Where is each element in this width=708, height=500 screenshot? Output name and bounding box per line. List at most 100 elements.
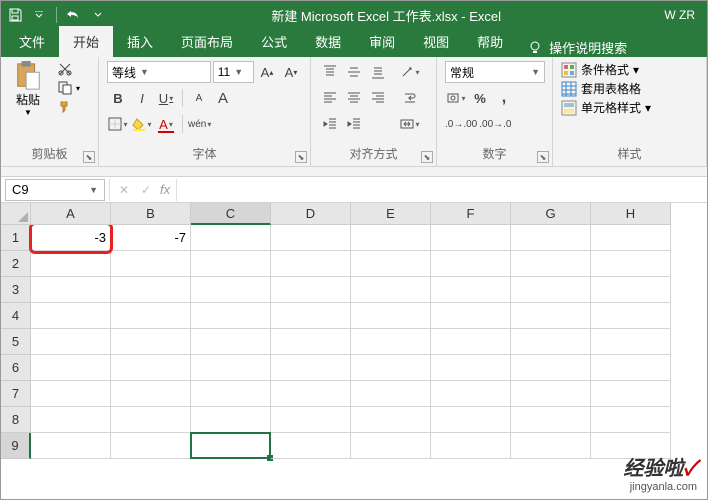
increase-indent-button[interactable] [343,113,365,135]
cell-D1[interactable] [271,225,351,251]
cell-E3[interactable] [351,277,431,303]
decrease-indent-button[interactable] [319,113,341,135]
cell-C3[interactable] [191,277,271,303]
cell-H7[interactable] [591,381,671,407]
redo-dropdown-icon[interactable] [88,5,108,25]
font-color-button[interactable]: A▾ [155,113,177,135]
underline-button[interactable]: U▾ [155,87,177,109]
comma-button[interactable]: , [493,87,515,109]
row-header-1[interactable]: 1 [1,225,31,251]
tab-page-layout[interactable]: 页面布局 [167,26,247,57]
cell-B6[interactable] [111,355,191,381]
align-right-button[interactable] [367,87,389,109]
cell-D5[interactable] [271,329,351,355]
conditional-formatting-button[interactable]: 条件格式▾ [561,61,651,78]
name-box[interactable]: C9 ▼ [5,179,105,201]
tab-home[interactable]: 开始 [59,26,113,57]
number-format-combo[interactable]: 常规▼ [445,61,545,83]
cell-D9[interactable] [271,433,351,459]
cell-D3[interactable] [271,277,351,303]
align-bottom-button[interactable] [367,61,389,83]
cell-F9[interactable] [431,433,511,459]
font-shrink-button[interactable]: A [188,87,210,109]
tab-insert[interactable]: 插入 [113,26,167,57]
cell-B8[interactable] [111,407,191,433]
cell-C1[interactable] [191,225,271,251]
cancel-formula-button[interactable]: ✕ [116,183,132,197]
cell-A3[interactable] [31,277,111,303]
font-grow-button[interactable]: A [212,87,234,109]
accounting-format-button[interactable]: ▾ [445,87,467,109]
cell-C4[interactable] [191,303,271,329]
formula-input[interactable] [176,179,707,201]
wrap-text-button[interactable] [399,87,421,109]
font-size-combo[interactable]: 11▼ [213,61,254,83]
select-all-corner[interactable] [1,203,31,225]
row-header-4[interactable]: 4 [1,303,31,329]
cell-C8[interactable] [191,407,271,433]
cell-G1[interactable] [511,225,591,251]
phonetic-button[interactable]: wén▾ [188,113,211,135]
cell-H8[interactable] [591,407,671,433]
cell-D7[interactable] [271,381,351,407]
col-header-F[interactable]: F [431,203,511,225]
increase-font-button[interactable]: A▴ [256,61,278,83]
alignment-launcher[interactable]: ⬊ [421,151,433,163]
cell-D8[interactable] [271,407,351,433]
cell-G9[interactable] [511,433,591,459]
cell-E9[interactable] [351,433,431,459]
italic-button[interactable]: I [131,87,153,109]
cell-G7[interactable] [511,381,591,407]
cell-D6[interactable] [271,355,351,381]
cell-A4[interactable] [31,303,111,329]
col-header-E[interactable]: E [351,203,431,225]
col-header-G[interactable]: G [511,203,591,225]
font-name-combo[interactable]: 等线▼ [107,61,211,83]
cell-F3[interactable] [431,277,511,303]
cell-H3[interactable] [591,277,671,303]
copy-button[interactable]: ▾ [57,80,80,96]
row-header-5[interactable]: 5 [1,329,31,355]
cell-B4[interactable] [111,303,191,329]
cell-G5[interactable] [511,329,591,355]
tab-view[interactable]: 视图 [409,26,463,57]
cell-F7[interactable] [431,381,511,407]
cell-E7[interactable] [351,381,431,407]
cell-G3[interactable] [511,277,591,303]
merge-center-button[interactable]: ▾ [399,113,421,135]
cell-H4[interactable] [591,303,671,329]
percent-button[interactable]: % [469,87,491,109]
cell-F8[interactable] [431,407,511,433]
cell-H5[interactable] [591,329,671,355]
cell-B2[interactable] [111,251,191,277]
cell-C2[interactable] [191,251,271,277]
cell-A2[interactable] [31,251,111,277]
save-icon[interactable] [5,5,25,25]
col-header-H[interactable]: H [591,203,671,225]
font-launcher[interactable]: ⬊ [295,151,307,163]
align-middle-button[interactable] [343,61,365,83]
cell-A6[interactable] [31,355,111,381]
cell-B1[interactable]: -7 [111,225,191,251]
cell-A7[interactable] [31,381,111,407]
cell-F5[interactable] [431,329,511,355]
cell-B9[interactable] [111,433,191,459]
decrease-font-button[interactable]: A▾ [280,61,302,83]
tab-review[interactable]: 审阅 [355,26,409,57]
fill-color-button[interactable]: ▾ [131,113,153,135]
cell-C7[interactable] [191,381,271,407]
format-painter-button[interactable] [57,99,80,115]
col-header-C[interactable]: C [191,203,271,225]
fx-icon[interactable]: fx [160,182,170,197]
tell-me-search[interactable]: 操作说明搜索 [527,38,627,57]
tab-formulas[interactable]: 公式 [247,26,301,57]
row-header-3[interactable]: 3 [1,277,31,303]
row-header-2[interactable]: 2 [1,251,31,277]
bold-button[interactable]: B [107,87,129,109]
row-header-8[interactable]: 8 [1,407,31,433]
cell-F4[interactable] [431,303,511,329]
cell-A9[interactable] [31,433,111,459]
row-header-6[interactable]: 6 [1,355,31,381]
tab-data[interactable]: 数据 [301,26,355,57]
cell-E4[interactable] [351,303,431,329]
